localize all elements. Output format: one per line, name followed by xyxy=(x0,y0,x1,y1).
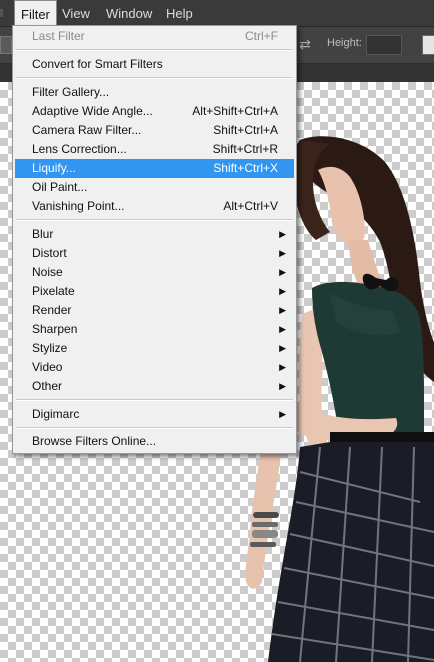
menu-item-label: Camera Raw Filter... xyxy=(32,123,142,137)
submenu-arrow-icon: ▶ xyxy=(279,305,286,315)
menu-item-label: Adaptive Wide Angle... xyxy=(32,104,153,118)
swap-arrows-icon[interactable]: ⇄ xyxy=(296,35,314,53)
menu-item-label: Stylize xyxy=(32,341,68,355)
menu-item-filter-gallery[interactable]: Filter Gallery... xyxy=(15,83,294,102)
menu-item-label: Oil Paint... xyxy=(32,180,88,194)
menu-filter[interactable]: Filter xyxy=(14,0,57,26)
menu-item-label: Browse Filters Online... xyxy=(32,434,157,448)
menu-item-liquify[interactable]: Liquify... Shift+Ctrl+X xyxy=(15,159,294,178)
submenu-distort[interactable]: Distort ▶ xyxy=(15,244,294,263)
submenu-arrow-icon: ▶ xyxy=(279,362,286,372)
menu-view[interactable]: View xyxy=(56,0,96,26)
menu-item-vanishing-point[interactable]: Vanishing Point... Alt+Ctrl+V xyxy=(15,197,294,216)
submenu-arrow-icon: ▶ xyxy=(279,381,286,391)
shortcut-label: Shift+Ctrl+X xyxy=(213,161,278,175)
menu-item-label: Sharpen xyxy=(32,322,78,336)
menu-item-label: Vanishing Point... xyxy=(32,199,125,213)
menu-item-label: Blur xyxy=(32,227,54,241)
menu-item-label: Liquify... xyxy=(32,161,76,175)
menu-bar: Filter View Window Help xyxy=(0,0,434,27)
menu-separator xyxy=(16,49,293,51)
submenu-arrow-icon: ▶ xyxy=(279,229,286,239)
height-input[interactable] xyxy=(366,35,402,55)
menu-window[interactable]: Window xyxy=(100,0,158,26)
submenu-pixelate[interactable]: Pixelate ▶ xyxy=(15,282,294,301)
submenu-video[interactable]: Video ▶ xyxy=(15,358,294,377)
menu-item-label: Convert for Smart Filters xyxy=(32,57,163,71)
resolution-input[interactable] xyxy=(422,35,434,55)
submenu-noise[interactable]: Noise ▶ xyxy=(15,263,294,282)
submenu-digimarc[interactable]: Digimarc ▶ xyxy=(15,405,294,424)
submenu-arrow-icon: ▶ xyxy=(279,409,286,419)
submenu-arrow-icon: ▶ xyxy=(279,324,286,334)
menu-separator xyxy=(16,77,293,79)
menu-help[interactable]: Help xyxy=(160,0,199,26)
menu-item-label: Other xyxy=(32,379,63,393)
submenu-arrow-icon: ▶ xyxy=(279,343,286,353)
menu-item-label: Noise xyxy=(32,265,63,279)
menu-item-label: Digimarc xyxy=(32,407,80,421)
menu-item-label: Filter Gallery... xyxy=(32,85,110,99)
shortcut-label: Ctrl+F xyxy=(245,29,278,43)
menu-item-browse-filters-online[interactable]: Browse Filters Online... xyxy=(15,432,294,451)
shortcut-label: Shift+Ctrl+A xyxy=(213,123,278,137)
submenu-stylize[interactable]: Stylize ▶ xyxy=(15,339,294,358)
shortcut-label: Shift+Ctrl+R xyxy=(212,142,278,156)
submenu-arrow-icon: ▶ xyxy=(279,248,286,258)
submenu-other[interactable]: Other ▶ xyxy=(15,377,294,396)
menubar-edge xyxy=(0,9,3,17)
menu-item-last-filter[interactable]: Last Filter Ctrl+F xyxy=(15,27,294,46)
menu-item-oil-paint[interactable]: Oil Paint... xyxy=(15,178,294,197)
menu-separator xyxy=(16,219,293,221)
menu-item-label: Render xyxy=(32,303,72,317)
menu-item-label: Last Filter xyxy=(32,29,85,43)
menu-item-lens-correction[interactable]: Lens Correction... Shift+Ctrl+R xyxy=(15,140,294,159)
menu-item-label: Pixelate xyxy=(32,284,75,298)
menu-item-camera-raw-filter[interactable]: Camera Raw Filter... Shift+Ctrl+A xyxy=(15,121,294,140)
submenu-render[interactable]: Render ▶ xyxy=(15,301,294,320)
submenu-arrow-icon: ▶ xyxy=(279,286,286,296)
submenu-blur[interactable]: Blur ▶ xyxy=(15,225,294,244)
filter-menu: Last Filter Ctrl+F Convert for Smart Fil… xyxy=(12,25,297,454)
shortcut-label: Alt+Ctrl+V xyxy=(223,199,278,213)
menu-item-convert-smart-filters[interactable]: Convert for Smart Filters xyxy=(15,55,294,74)
tool-preset-picker[interactable] xyxy=(0,36,12,54)
submenu-sharpen[interactable]: Sharpen ▶ xyxy=(15,320,294,339)
menu-item-label: Video xyxy=(32,360,63,374)
menu-separator xyxy=(16,399,293,401)
height-label: Height: xyxy=(327,37,362,49)
menu-item-label: Distort xyxy=(32,246,67,260)
menu-item-adaptive-wide-angle[interactable]: Adaptive Wide Angle... Alt+Shift+Ctrl+A xyxy=(15,102,294,121)
menu-separator xyxy=(16,427,293,429)
menu-item-label: Lens Correction... xyxy=(32,142,127,156)
submenu-arrow-icon: ▶ xyxy=(279,267,286,277)
shortcut-label: Alt+Shift+Ctrl+A xyxy=(192,104,278,118)
